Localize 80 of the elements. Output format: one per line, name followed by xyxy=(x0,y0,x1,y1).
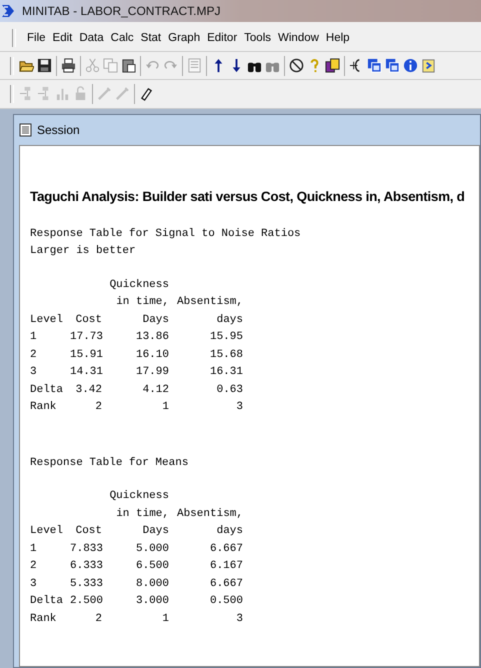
column-header: days xyxy=(216,524,243,539)
table-cell-text: 3.000 xyxy=(134,594,169,609)
table-cell-text: 6.667 xyxy=(208,542,243,556)
table-cell-text: Delta xyxy=(30,382,64,398)
table-cell-text: 2 xyxy=(94,612,102,626)
analysis-heading: Taguchi Analysis: Builder sati versus Cost, Quickness in, Absentism, d xyxy=(30,188,466,204)
table-cell-text: 2 xyxy=(30,348,38,362)
menu-item[interactable]: Edit xyxy=(50,32,76,44)
table-cell-text: 3 xyxy=(30,365,38,380)
table-cell-text: 14.31 xyxy=(70,365,102,380)
column-header: in time, xyxy=(115,295,169,310)
table-cell-text: 7.833 xyxy=(70,542,102,556)
table-cell-text: 6.500 xyxy=(134,559,169,574)
table-cell-text: 1 xyxy=(161,400,169,415)
menu-item[interactable]: Editor xyxy=(204,32,242,44)
table-cell-text: 15.68 xyxy=(208,348,243,362)
menu-item[interactable]: Window xyxy=(275,32,323,44)
table-cell-text: 2 xyxy=(30,559,38,574)
menu-item[interactable]: Calc xyxy=(108,32,138,44)
eraser-icon[interactable] xyxy=(139,86,154,102)
printer-icon[interactable] xyxy=(61,58,76,74)
column-header: Cost xyxy=(74,312,102,328)
table-cell-text: 13.86 xyxy=(134,330,169,345)
column-header: days xyxy=(216,312,243,328)
window-stack-icon[interactable] xyxy=(385,58,400,74)
session-title: Session xyxy=(37,122,80,136)
column-header: in time, xyxy=(115,506,169,522)
menu-item[interactable]: Tools xyxy=(241,32,276,44)
column-header: Quickness xyxy=(108,489,169,504)
notepad-icon[interactable] xyxy=(421,58,436,74)
window-title: MINITAB - LABOR_CONTRACT.MPJ xyxy=(22,4,220,18)
menu-item[interactable]: Graph xyxy=(165,32,204,44)
table-title: Response Table for Means xyxy=(30,456,190,470)
table-cell-text: 17.73 xyxy=(70,330,102,345)
table-cell-text: Rank xyxy=(30,400,58,415)
table-cell-text: 6.333 xyxy=(70,559,102,574)
table-cell-text: Delta xyxy=(30,594,64,609)
column-header: Days xyxy=(142,312,169,328)
menu-item[interactable]: File xyxy=(24,32,50,44)
table-cell-text: 5.333 xyxy=(70,576,102,592)
info-icon[interactable] xyxy=(403,58,418,74)
table-cell-text: 17.99 xyxy=(134,365,169,380)
table-cell-text: 15.95 xyxy=(208,330,243,345)
table-cell-text: Rank xyxy=(30,612,58,626)
table-cell-text: 0.63 xyxy=(216,382,243,398)
table-cell-text: 8.000 xyxy=(134,576,169,592)
column-header: Days xyxy=(142,524,169,539)
table-cell-text: 1 xyxy=(161,612,169,626)
table-cell-text: 1 xyxy=(30,542,38,556)
column-header: Absentism, xyxy=(176,506,243,522)
clipboard-icon[interactable] xyxy=(121,58,136,74)
column-header: Quickness xyxy=(108,278,169,292)
table-cell-text: 0.500 xyxy=(208,594,243,609)
table-cell-text: 15.91 xyxy=(70,348,102,362)
column-header: Absentism, xyxy=(176,295,243,310)
table-cell-text: 3 xyxy=(30,576,38,592)
table-cell-text: 6.167 xyxy=(208,559,243,574)
column-header: Level xyxy=(30,524,64,539)
table-cell-text: 3 xyxy=(235,400,243,415)
column-header: Cost xyxy=(74,524,102,539)
table-cell-text: 16.31 xyxy=(208,365,243,380)
table-cell-text: 6.667 xyxy=(208,576,243,592)
table-cell-text: 2 xyxy=(94,400,102,415)
table-cell-text: 16.10 xyxy=(134,348,169,362)
prohibited-icon[interactable] xyxy=(289,58,304,74)
table-cell-text: 2.500 xyxy=(70,594,102,609)
menu-item[interactable]: Stat xyxy=(138,32,166,44)
window-stack-icon[interactable] xyxy=(367,58,382,74)
window-stack-icon[interactable] xyxy=(325,58,340,74)
table-cell-text: 5.000 xyxy=(134,542,169,556)
table-cell-text: 3.42 xyxy=(74,382,102,398)
table-cell-text: 4.12 xyxy=(142,382,169,398)
document-icon xyxy=(19,122,33,136)
table-title: Larger is better xyxy=(30,244,137,259)
column-header: Level xyxy=(30,312,64,328)
table-cell-text: 1 xyxy=(30,330,38,345)
table-title: Response Table for Signal to Noise Ratios xyxy=(30,226,302,242)
menu-item[interactable]: Help xyxy=(322,32,354,44)
table-cell-text: 3 xyxy=(235,612,243,626)
menu-item[interactable]: Data xyxy=(76,32,108,44)
